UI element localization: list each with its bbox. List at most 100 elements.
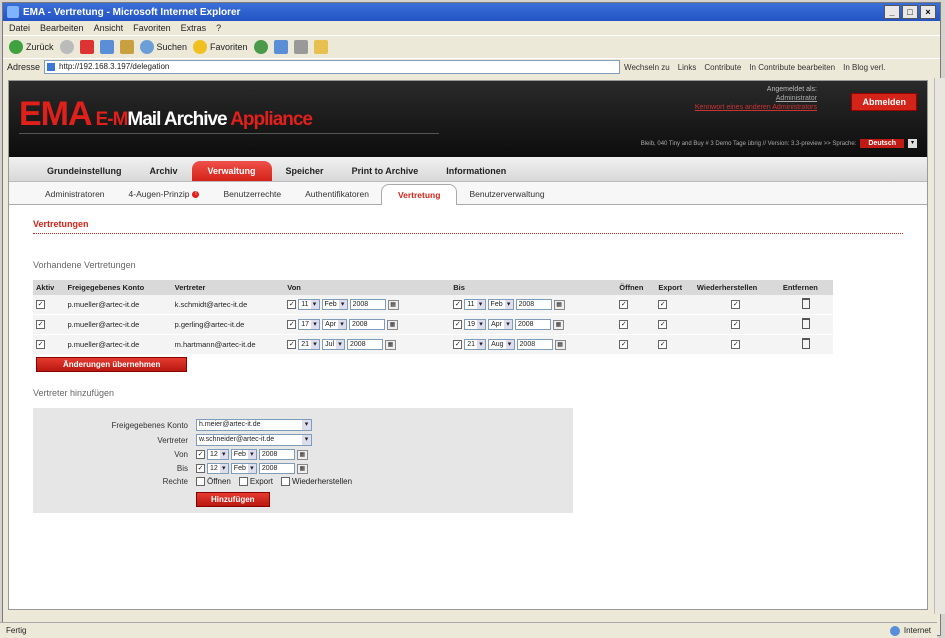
tab-speicher[interactable]: Speicher: [272, 166, 338, 181]
bis-checkbox[interactable]: ✓: [453, 340, 463, 349]
von-checkbox[interactable]: ✓: [287, 300, 297, 309]
tab-grundeinstellung[interactable]: Grundeinstellung: [33, 166, 136, 181]
tab-informationen[interactable]: Informationen: [432, 166, 520, 181]
bis-year-input[interactable]: 2008: [514, 319, 551, 330]
deputy-select[interactable]: w.schneider@artec-it.de: [196, 434, 312, 446]
scrollbar[interactable]: [934, 78, 945, 614]
bis-day-select[interactable]: 21: [464, 339, 487, 350]
right-restore-option[interactable]: Wiederherstellen: [281, 477, 352, 487]
von-month-select[interactable]: Jul: [322, 339, 346, 350]
menu-help[interactable]: ?: [216, 23, 221, 33]
bis-checkbox[interactable]: ✓: [453, 320, 463, 329]
bis-day-select[interactable]: 12: [207, 463, 229, 474]
open-checkbox[interactable]: ✓: [619, 300, 629, 310]
bis-month-select[interactable]: Aug: [488, 339, 515, 350]
calendar-icon[interactable]: ▦: [552, 319, 564, 330]
search-button[interactable]: Suchen: [139, 40, 187, 54]
bis-day-select[interactable]: 19: [464, 319, 487, 330]
menu-datei[interactable]: Datei: [9, 23, 30, 33]
subtab-benutzerrechte[interactable]: Benutzerrechte: [211, 189, 293, 204]
address-input[interactable]: http://192.168.3.197/delegation: [44, 60, 621, 74]
right-open-option[interactable]: Öffnen: [196, 477, 231, 487]
von-month-select[interactable]: Apr: [322, 319, 347, 330]
home-button[interactable]: [119, 40, 134, 54]
bis-year-input[interactable]: 2008: [258, 463, 295, 474]
calendar-icon[interactable]: ▦: [385, 339, 397, 350]
menu-favoriten[interactable]: Favoriten: [133, 23, 171, 33]
von-month-select[interactable]: Feb: [321, 299, 348, 310]
subtab-vertretung[interactable]: Vertretung: [380, 184, 458, 205]
von-day-select[interactable]: 21: [298, 339, 321, 350]
menu-bearbeiten[interactable]: Bearbeiten: [40, 23, 84, 33]
von-checkbox[interactable]: ✓: [196, 450, 205, 459]
print-button[interactable]: [293, 40, 308, 54]
active-checkbox[interactable]: ✓: [36, 320, 45, 330]
change-password-link[interactable]: Kennwort eines anderen Administrators: [695, 103, 817, 112]
apply-changes-button[interactable]: Änderungen übernehmen: [36, 357, 188, 372]
right-restore-checkbox[interactable]: [281, 477, 290, 487]
tab-verwaltung[interactable]: Verwaltung: [191, 161, 272, 181]
logout-button[interactable]: Abmelden: [851, 93, 917, 111]
add-button[interactable]: Hinzufügen: [196, 492, 270, 508]
trash-icon[interactable]: [802, 318, 811, 329]
bis-year-input[interactable]: 2008: [516, 339, 553, 350]
right-export-option[interactable]: Export: [238, 477, 273, 487]
minimize-button[interactable]: _: [884, 5, 900, 19]
open-checkbox[interactable]: ✓: [619, 320, 629, 330]
von-year-input[interactable]: 2008: [258, 449, 295, 460]
von-year-input[interactable]: 2008: [347, 339, 384, 350]
export-checkbox[interactable]: ✓: [658, 320, 668, 330]
calendar-icon[interactable]: ▦: [296, 463, 308, 474]
restore-checkbox[interactable]: ✓: [731, 320, 741, 330]
go-button[interactable]: Wechseln zu: [624, 63, 670, 72]
active-checkbox[interactable]: ✓: [36, 300, 45, 310]
von-checkbox[interactable]: ✓: [287, 320, 297, 329]
forward-button[interactable]: [59, 40, 74, 54]
bis-month-select[interactable]: Feb: [487, 299, 514, 310]
restore-checkbox[interactable]: ✓: [731, 340, 741, 350]
right-export-checkbox[interactable]: [238, 477, 248, 487]
close-button[interactable]: ×: [920, 5, 936, 19]
history-button[interactable]: [253, 40, 268, 54]
active-checkbox[interactable]: ✓: [36, 340, 45, 350]
bis-month-select[interactable]: Apr: [488, 319, 513, 330]
von-year-input[interactable]: 2008: [349, 299, 386, 310]
trash-icon[interactable]: [802, 338, 811, 349]
contribute-button[interactable]: Contribute: [704, 63, 741, 72]
von-year-input[interactable]: 2008: [348, 319, 385, 330]
menu-extras[interactable]: Extras: [181, 23, 207, 33]
tab-print-to-archive[interactable]: Print to Archive: [338, 166, 433, 181]
export-checkbox[interactable]: ✓: [658, 340, 668, 350]
open-checkbox[interactable]: ✓: [619, 340, 629, 350]
menu-ansicht[interactable]: Ansicht: [94, 23, 124, 33]
bis-checkbox[interactable]: ✓: [196, 464, 205, 473]
contribute-edit-button[interactable]: In Contribute bearbeiten: [749, 63, 835, 72]
right-open-checkbox[interactable]: [196, 477, 205, 487]
von-day-select[interactable]: 12: [207, 449, 229, 460]
trash-icon[interactable]: [802, 298, 811, 309]
maximize-button[interactable]: □: [902, 5, 918, 19]
tab-archiv[interactable]: Archiv: [136, 166, 192, 181]
subtab-4-augen-prinzip[interactable]: 4-Augen-Prinzip!: [117, 189, 212, 204]
von-month-select[interactable]: Feb: [230, 449, 257, 460]
von-day-select[interactable]: 17: [298, 319, 321, 330]
folder-button[interactable]: [313, 40, 328, 54]
stop-button[interactable]: [79, 40, 94, 54]
bis-month-select[interactable]: Feb: [230, 463, 257, 474]
restore-checkbox[interactable]: ✓: [731, 300, 741, 310]
user-name-link[interactable]: Administrator: [695, 94, 817, 103]
subtab-benutzerverwaltung[interactable]: Benutzerverwaltung: [457, 189, 556, 204]
calendar-icon[interactable]: ▦: [386, 319, 398, 330]
calendar-icon[interactable]: ▦: [296, 449, 308, 460]
subtab-administratoren[interactable]: Administratoren: [33, 189, 117, 204]
refresh-button[interactable]: [99, 40, 114, 54]
favorites-button[interactable]: Favoriten: [193, 40, 248, 54]
calendar-icon[interactable]: ▦: [553, 299, 565, 310]
bis-day-select[interactable]: 11: [464, 299, 486, 310]
export-checkbox[interactable]: ✓: [658, 300, 668, 310]
von-day-select[interactable]: 11: [298, 299, 320, 310]
account-select[interactable]: h.meier@artec-it.de: [196, 419, 312, 431]
language-select[interactable]: Deutsch: [860, 139, 904, 148]
bis-year-input[interactable]: 2008: [515, 299, 552, 310]
calendar-icon[interactable]: ▦: [554, 339, 566, 350]
